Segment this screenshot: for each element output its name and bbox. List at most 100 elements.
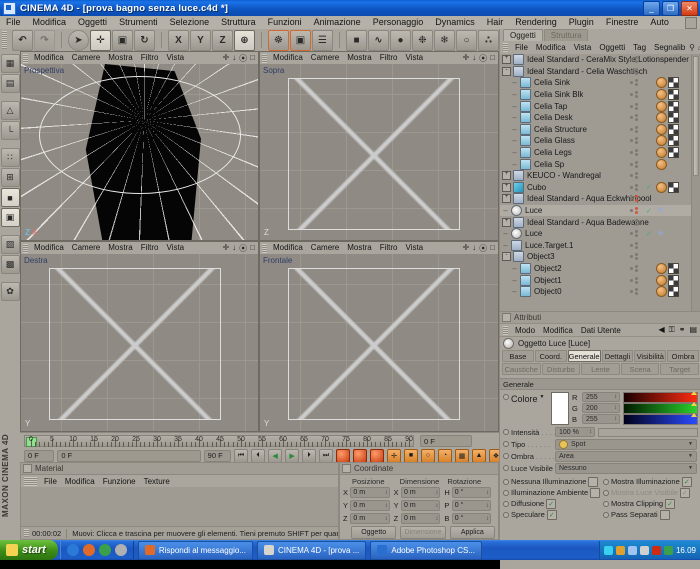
- viewport-perspective-menu-mostra[interactable]: Mostra: [104, 52, 136, 64]
- object-tags[interactable]: [656, 77, 679, 89]
- attribute-tab-visibilit[interactable]: Visibilità: [634, 350, 667, 362]
- menu-item-rendering[interactable]: Rendering: [509, 16, 563, 29]
- object-row[interactable]: – Object0: [500, 286, 700, 298]
- object-visibility-dots[interactable]: [630, 276, 638, 284]
- object-expander-toggle[interactable]: +: [502, 194, 511, 204]
- object-visibility-dots[interactable]: [630, 264, 638, 272]
- color-channel-slider-g[interactable]: [623, 401, 698, 414]
- shield-icon[interactable]: [603, 545, 613, 555]
- object-tags[interactable]: ✳: [656, 229, 665, 238]
- scale-view-icon[interactable]: ↓: [232, 53, 236, 64]
- visibility-dot[interactable]: [630, 197, 633, 201]
- material-tag-icon[interactable]: [656, 286, 667, 298]
- attribute-tab-caustiche[interactable]: Caustiche: [502, 363, 541, 375]
- coordinates-size-field-x[interactable]: 0 m: [401, 487, 441, 498]
- scale-view-icon[interactable]: ↓: [472, 53, 476, 64]
- object-tree-scroll-thumb[interactable]: [693, 56, 699, 176]
- sound-icon[interactable]: [639, 545, 649, 555]
- object-row[interactable]: – Celia Desk: [500, 112, 700, 124]
- options-icon[interactable]: ▤: [689, 325, 697, 335]
- enable-dot-top[interactable]: [635, 276, 638, 280]
- polygon-mode-button[interactable]: ■: [0, 188, 20, 207]
- attribute-tab-generale[interactable]: Generale: [567, 350, 601, 362]
- volume-icon[interactable]: [627, 545, 637, 555]
- lock-x-button[interactable]: X: [168, 29, 189, 51]
- menu-item-funzioni[interactable]: Funzioni: [262, 16, 308, 29]
- network-icon[interactable]: [615, 545, 625, 555]
- material-tag-icon[interactable]: [656, 89, 667, 101]
- object-row[interactable]: – Luce.Target.1: [500, 239, 700, 252]
- enable-dot-bottom[interactable]: [635, 118, 638, 122]
- enable-dot-top[interactable]: [635, 241, 638, 245]
- object-visibility-dots[interactable]: [630, 79, 638, 87]
- timeline-ruler[interactable]: 0 5 10 15 20 25 30 35 40 45 50 55 60 65 70 75 80 85 90: [24, 435, 414, 447]
- enable-dot-top[interactable]: [635, 137, 638, 141]
- toolbar-grip[interactable]: [2, 31, 7, 49]
- visibility-dot[interactable]: [630, 162, 633, 166]
- attributes-menu-modifica[interactable]: Modifica: [539, 326, 577, 335]
- object-expander-toggle[interactable]: +: [502, 55, 511, 65]
- material-menu-grip[interactable]: [24, 476, 37, 486]
- lock-y-button[interactable]: Y: [190, 29, 211, 51]
- enable-dot-top[interactable]: [635, 79, 638, 83]
- enable-dots[interactable]: [635, 218, 638, 226]
- light-option-left[interactable]: Diffusione ✓: [500, 498, 603, 509]
- enable-dot-bottom[interactable]: [635, 83, 638, 87]
- key-parameter-button[interactable]: ◔: [438, 448, 453, 463]
- material-menu-texture[interactable]: Texture: [140, 477, 174, 486]
- viewport-top-menu-mostra[interactable]: Mostra: [343, 52, 375, 64]
- key-rotation-button[interactable]: ○: [421, 448, 436, 463]
- link-icon[interactable]: ⚭: [679, 325, 686, 335]
- object-tags[interactable]: [656, 135, 679, 147]
- viewport-right-menu-filtro[interactable]: Filtro: [137, 242, 163, 254]
- status-bar-grip[interactable]: [24, 529, 29, 537]
- coordinates-checkbox-icon[interactable]: [342, 464, 351, 473]
- light-option-right[interactable]: Mostra Luce Visibile ✓: [603, 487, 700, 498]
- color-channel-field-b[interactable]: 255: [582, 414, 620, 424]
- texture-tag-icon[interactable]: [668, 181, 679, 193]
- enable-dots[interactable]: [635, 230, 638, 238]
- autokey-button[interactable]: [370, 448, 385, 463]
- texture-tag-icon[interactable]: [668, 135, 679, 147]
- viewport-right-menu-vista[interactable]: Vista: [162, 242, 188, 254]
- object-row[interactable]: + Cubo ✓: [500, 181, 700, 194]
- viewport-top-menu-filtro[interactable]: Filtro: [376, 52, 402, 64]
- object-manager-menu-segnalib[interactable]: Segnalib: [650, 43, 689, 52]
- viewport-front-canvas[interactable]: Frontale Y: [260, 254, 498, 431]
- material-tag-icon[interactable]: [656, 123, 667, 135]
- light-option-left-checkbox[interactable]: [590, 487, 601, 498]
- move-view-icon[interactable]: ✛: [462, 53, 469, 64]
- menu-item-file[interactable]: File: [0, 16, 27, 29]
- object-row[interactable]: – Celia Legs: [500, 147, 700, 159]
- intensity-field[interactable]: 100 %: [555, 427, 595, 437]
- go-to-start-button[interactable]: ⏮: [234, 448, 249, 463]
- enable-dot-top[interactable]: [635, 230, 638, 234]
- object-expander-toggle[interactable]: -: [502, 66, 511, 76]
- point-mode-button[interactable]: ∷: [0, 148, 20, 167]
- object-tags[interactable]: [656, 274, 679, 286]
- enable-dots[interactable]: [635, 125, 638, 133]
- visibility-dot[interactable]: [630, 139, 633, 143]
- enable-dot-top[interactable]: [635, 149, 638, 153]
- array-button[interactable]: ❉: [412, 29, 433, 51]
- object-row[interactable]: – Celia Sink Blk: [500, 89, 700, 101]
- object-axis-button[interactable]: └: [0, 121, 20, 140]
- light-option-left-checkbox[interactable]: ✓: [546, 509, 557, 520]
- object-tree-scrollbar[interactable]: [691, 54, 700, 311]
- viewport-top-menu-modifica[interactable]: Modifica: [269, 52, 307, 64]
- visibility-dot[interactable]: [630, 69, 633, 73]
- menu-item-selezione[interactable]: Selezione: [164, 16, 216, 29]
- coordinates-dimensione-button[interactable]: Dimensione: [400, 526, 446, 539]
- enable-dot-top[interactable]: [635, 264, 638, 268]
- enable-dot-bottom[interactable]: [635, 129, 638, 133]
- object-tags[interactable]: [656, 100, 679, 112]
- model-mode-button[interactable]: △: [0, 101, 20, 120]
- light-option-left-checkbox[interactable]: ✓: [546, 498, 557, 509]
- enable-dots[interactable]: [635, 91, 638, 99]
- media-icon[interactable]: [98, 544, 111, 556]
- play-forward-button[interactable]: ▶: [285, 448, 300, 463]
- coordinates-rotation-field-b[interactable]: 0 °: [451, 513, 491, 524]
- light-target-tag-icon[interactable]: ✳: [656, 206, 665, 215]
- key-pla-button[interactable]: ▦: [455, 448, 470, 463]
- material-tag-icon[interactable]: [656, 181, 667, 193]
